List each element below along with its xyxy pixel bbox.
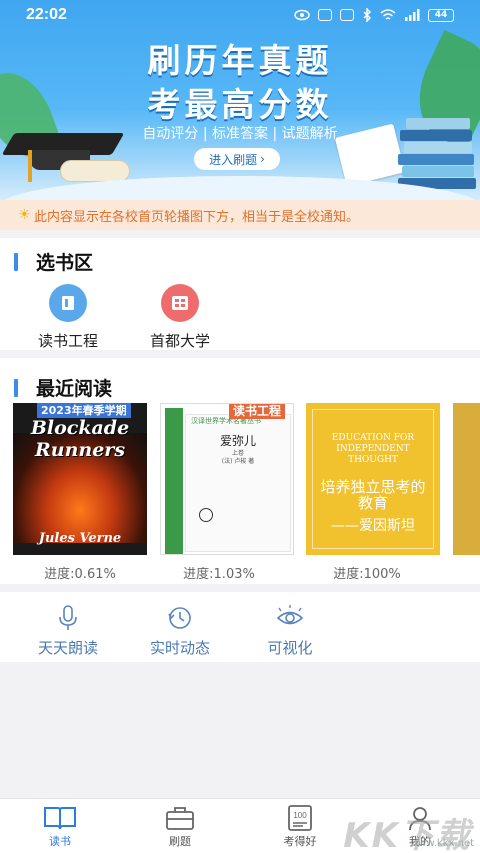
book-cover-partial[interactable]: [453, 403, 480, 555]
eye-icon: [276, 605, 304, 625]
nav-label: 考得好: [283, 835, 317, 848]
recent-reading-header: 最近阅读: [14, 374, 112, 401]
score-100-icon: 100: [288, 805, 312, 831]
nav-item-reading[interactable]: 读书: [20, 805, 100, 849]
semester-tag: 2023年春季学期: [37, 403, 131, 418]
book-select-header: 选书区: [14, 248, 93, 275]
enter-practice-label: 进入刷题: [209, 152, 258, 167]
open-book-icon: [44, 807, 76, 830]
enter-practice-button[interactable]: 进入刷题 ›: [194, 148, 280, 170]
status-bar: 22:02 44: [0, 0, 480, 30]
mute-icon: [340, 9, 354, 21]
notice-text: 此内容显示在各校首页轮播图下方，相当于是全校通知。: [34, 209, 360, 225]
book-spine: [165, 408, 183, 554]
tool-visualization[interactable]: 可视化: [240, 605, 340, 658]
eye-status-icon: [294, 9, 310, 21]
tool-daily-reading[interactable]: 天天朗读: [18, 605, 118, 658]
tool-live-updates[interactable]: 实时动态: [130, 605, 230, 658]
book-progress: 进度:0.61%: [44, 567, 116, 582]
grid-icon: [161, 284, 199, 322]
book-stack-4: [404, 142, 472, 153]
wifi-icon: [380, 9, 396, 20]
bluetooth-icon: [363, 8, 372, 22]
section-accent-bar: [14, 378, 18, 397]
signal-icon: [405, 9, 420, 21]
sun-icon: ☀: [18, 207, 31, 223]
recent-reading-title: 最近阅读: [36, 378, 113, 400]
book-cover-independent-thought[interactable]: EDUCATION FOR INDEPENDENT THOUGHT 培养独立思考…: [306, 403, 440, 555]
shelf-item-capital-university[interactable]: 首都大学: [142, 284, 218, 351]
tool-label: 天天朗读: [37, 639, 98, 657]
book-icon: [49, 284, 87, 322]
nav-item-practice[interactable]: 刷题: [140, 805, 220, 849]
book-stack-5: [400, 130, 472, 141]
cover-title: 培养独立思考的教育: [320, 478, 426, 512]
school-notice[interactable]: ☀ 此内容显示在各校首页轮播图下方，相当于是全校通知。: [0, 200, 480, 230]
microphone-icon: [59, 605, 77, 630]
nav-item-score-well[interactable]: 100 考得好: [260, 805, 340, 849]
cover-title: Blockade Runners: [30, 417, 130, 461]
book-select-section: 选书区 读书工程 首都大学: [0, 238, 480, 350]
book-cover-blockade-runners[interactable]: Blockade Runners Jules Verne 2023年春季学期: [13, 403, 147, 555]
diploma-scroll-icon: [60, 160, 130, 182]
banner-title-line1: 刷历年真题: [147, 41, 333, 80]
toolbox-icon: [166, 807, 194, 830]
cover-author: ——爱因斯坦: [331, 518, 415, 534]
shelf-item-label: 读书工程: [37, 332, 98, 350]
book-select-title: 选书区: [36, 252, 94, 274]
tool-label: 可视化: [267, 639, 313, 657]
book-stack-6: [406, 118, 470, 129]
book-progress: 进度:1.03%: [183, 567, 255, 582]
section-accent-bar: [14, 252, 18, 271]
book-cover-emile[interactable]: 汉译世界学术名著丛书 爱弥儿 上卷 (法) 卢梭 著 读书工程: [160, 403, 294, 555]
book-stack-2: [402, 166, 474, 177]
book-stack-3: [398, 154, 474, 165]
status-time: 22:02: [26, 6, 67, 23]
chevron-right-icon: ›: [260, 152, 265, 166]
cover-title-en: EDUCATION FOR INDEPENDENT THOUGHT: [331, 433, 415, 465]
nfc-icon: [318, 9, 332, 21]
shelf-item-label: 首都大学: [149, 332, 210, 350]
tool-label: 实时动态: [149, 639, 210, 657]
tassel-decoration: [28, 150, 32, 182]
cover-author: (法) 卢梭 著: [221, 458, 255, 465]
cover-title: 爱弥儿: [219, 434, 256, 448]
nav-label: 读书: [49, 835, 71, 848]
publisher-logo: [199, 508, 213, 522]
svg-text:100: 100: [293, 811, 307, 820]
top-banner[interactable]: 22:02 44 刷历年真题 考最高分数 自动评分 | 标准答案 | 试题解析 …: [0, 0, 480, 200]
battery-icon: 44: [428, 8, 454, 22]
history-icon: [168, 607, 191, 629]
reading-project-tag: 读书工程: [229, 404, 286, 419]
status-icons: 44: [294, 8, 454, 22]
cover-author: Jules Verne: [38, 531, 122, 546]
watermark-logo: KK下载: [343, 816, 472, 853]
book-progress: 进度:100%: [333, 567, 401, 582]
shelf-item-reading-project[interactable]: 读书工程: [30, 284, 106, 351]
nav-label: 刷题: [169, 835, 191, 848]
